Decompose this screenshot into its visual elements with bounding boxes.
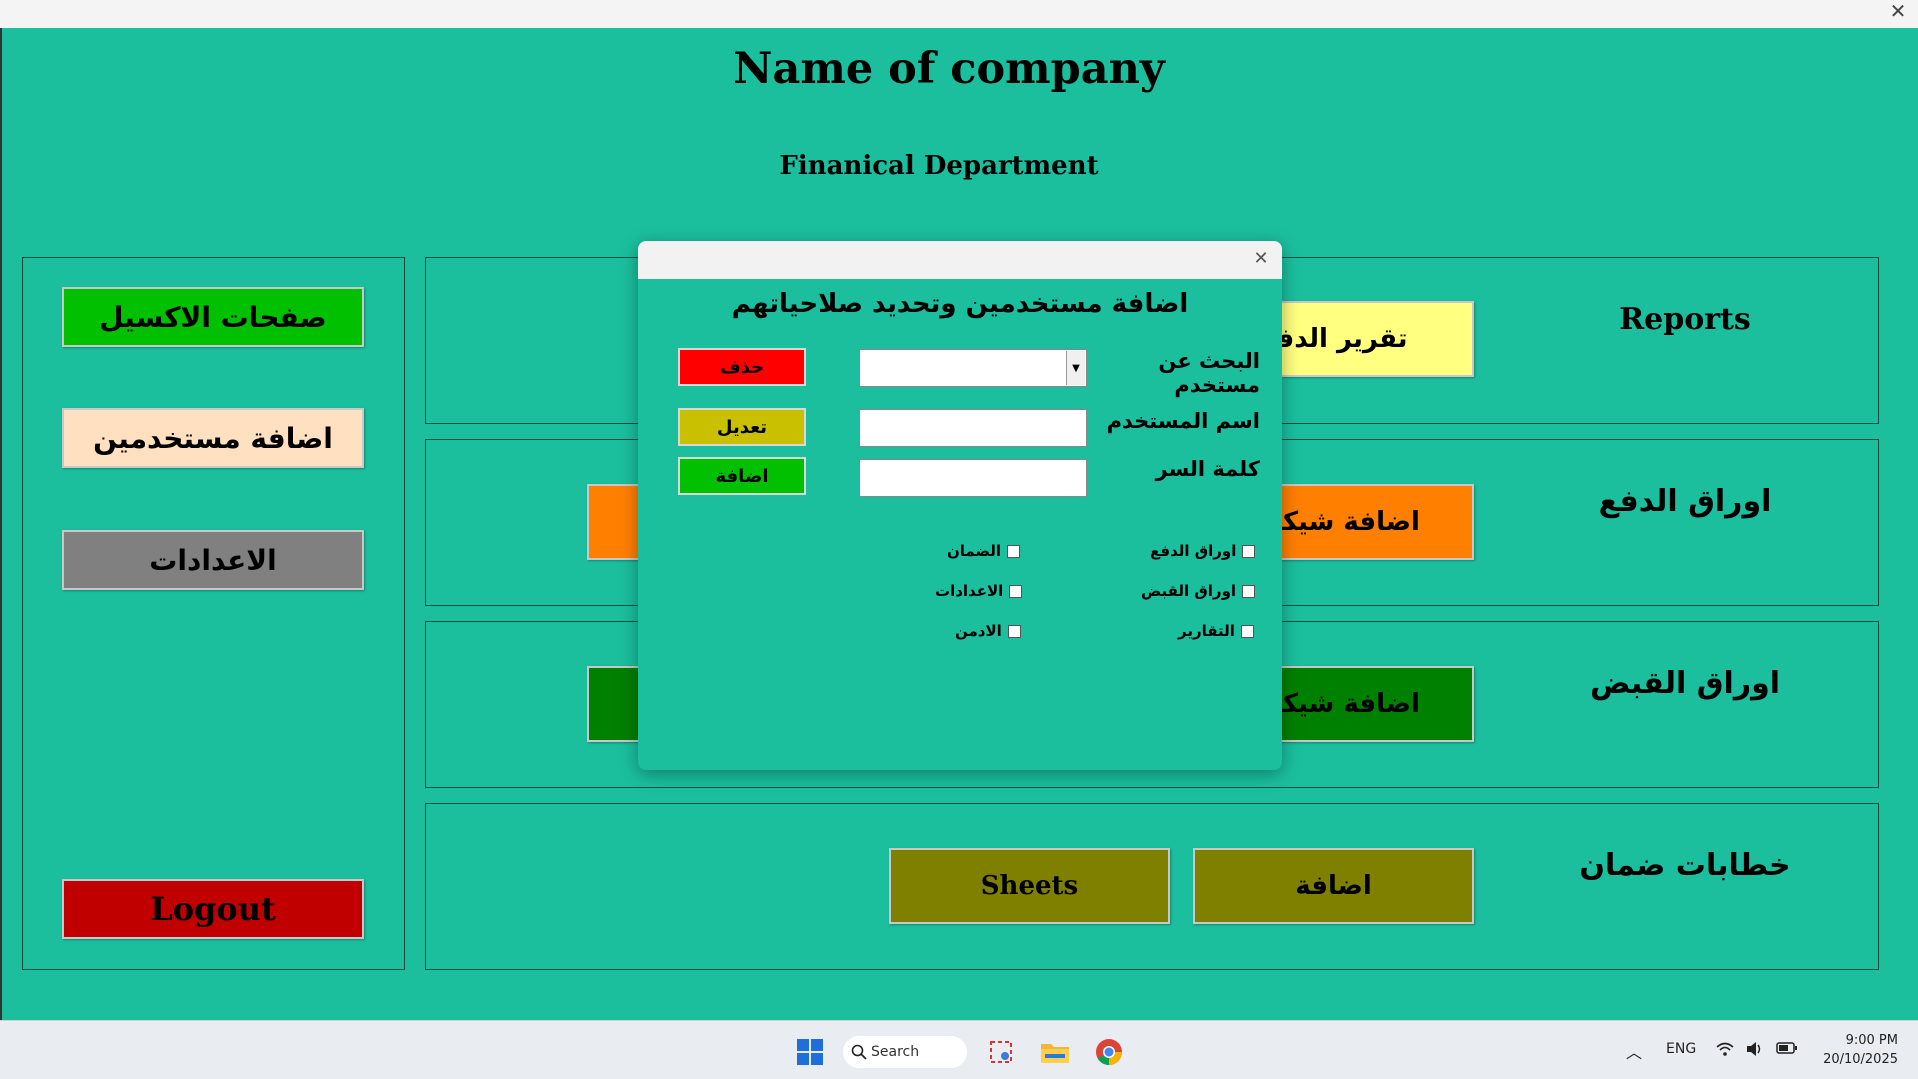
add-users-button[interactable]: اضافة مستخدمين	[62, 408, 364, 468]
perm-payables-label: اوراق الدفع	[1150, 542, 1237, 560]
search-user-label: البحث عن مستخدم	[1158, 349, 1260, 397]
wifi-icon[interactable]	[1716, 1041, 1734, 1061]
clock-time: 9:00 PM	[1845, 1033, 1898, 1048]
add-users-dialog: ✕ اضافة مستخدمين وتحديد صلاحياتهم البحث …	[638, 241, 1282, 770]
reports-label: Reports	[1619, 302, 1751, 337]
perm-receivables-label: اوراق القبض	[1141, 582, 1237, 600]
perm-admin-checkbox[interactable]	[1007, 624, 1021, 638]
guarantees-sheets-button[interactable]: Sheets	[889, 848, 1170, 924]
password-input[interactable]	[859, 459, 1087, 497]
taskbar-clock[interactable]: 9:00 PM 20/10/2025	[1823, 1031, 1898, 1069]
search-icon	[851, 1044, 867, 1060]
taskbar-search-label: Search	[871, 1044, 920, 1060]
add-user-button[interactable]: اضافة	[678, 457, 806, 495]
username-input[interactable]	[859, 409, 1087, 447]
username-label: اسم المستخدم	[1106, 409, 1260, 433]
window-title-bar: ✕	[0, 0, 1918, 28]
perm-settings[interactable]: الاعدادات	[935, 582, 1023, 600]
search-user-combobox[interactable]: ▼	[859, 349, 1087, 387]
dialog-title-bar: ✕	[638, 241, 1282, 279]
perm-receivables-checkbox[interactable]	[1242, 584, 1256, 598]
dialog-close-icon[interactable]: ✕	[1250, 248, 1272, 270]
guarantees-label: خطابات ضمان	[1579, 848, 1791, 883]
password-label: كلمة السر	[1155, 457, 1260, 481]
guarantees-add-button[interactable]: اضافة	[1193, 848, 1474, 924]
perm-payables[interactable]: اوراق الدفع	[1150, 542, 1256, 560]
perm-guarantee-checkbox[interactable]	[1007, 544, 1021, 558]
payables-label: اوراق الدفع	[1598, 484, 1772, 519]
perm-reports[interactable]: التقارير	[1178, 622, 1254, 640]
chevron-down-icon[interactable]: ▼	[1066, 351, 1085, 385]
perm-guarantee-label: الضمان	[947, 542, 1002, 560]
tray-chevron-up-icon[interactable]: ︿	[1626, 1039, 1642, 1063]
perm-settings-label: الاعدادات	[935, 582, 1004, 600]
excel-pages-button[interactable]: صفحات الاكسيل	[62, 287, 364, 347]
language-indicator[interactable]: ENG	[1666, 1041, 1696, 1057]
settings-button[interactable]: الاعدادات	[62, 530, 364, 590]
company-title: Name of company	[733, 44, 1165, 94]
receivables-label: اوراق القبض	[1589, 666, 1781, 701]
logout-button[interactable]: Logout	[62, 879, 364, 939]
snipping-tool-icon[interactable]	[986, 1037, 1016, 1067]
perm-settings-checkbox[interactable]	[1009, 584, 1023, 598]
windows-start-icon[interactable]	[795, 1037, 825, 1067]
delete-user-button[interactable]: حذف	[678, 348, 806, 386]
edit-user-button[interactable]: تعديل	[678, 408, 806, 446]
battery-icon[interactable]	[1776, 1041, 1798, 1059]
clock-date: 20/10/2025	[1823, 1052, 1898, 1067]
file-explorer-icon[interactable]	[1039, 1037, 1071, 1067]
sidebar-panel	[22, 257, 405, 970]
perm-receivables[interactable]: اوراق القبض	[1141, 582, 1256, 600]
volume-icon[interactable]	[1746, 1041, 1764, 1061]
perm-admin-label: الادمن	[955, 622, 1002, 640]
taskbar: Search ︿ ENG 9:00 PM 20/10/2025	[0, 1020, 1918, 1079]
window-close-icon[interactable]: ✕	[1886, 0, 1910, 24]
dialog-title: اضافة مستخدمين وتحديد صلاحياتهم	[731, 289, 1189, 319]
department-title: Finanical Department	[779, 151, 1099, 181]
perm-reports-checkbox[interactable]	[1240, 624, 1254, 638]
taskbar-search[interactable]: Search	[843, 1036, 967, 1068]
perm-reports-label: التقارير	[1178, 622, 1235, 640]
perm-admin[interactable]: الادمن	[955, 622, 1021, 640]
perm-guarantee[interactable]: الضمان	[947, 542, 1021, 560]
perm-payables-checkbox[interactable]	[1242, 544, 1256, 558]
chrome-icon[interactable]	[1094, 1037, 1124, 1067]
